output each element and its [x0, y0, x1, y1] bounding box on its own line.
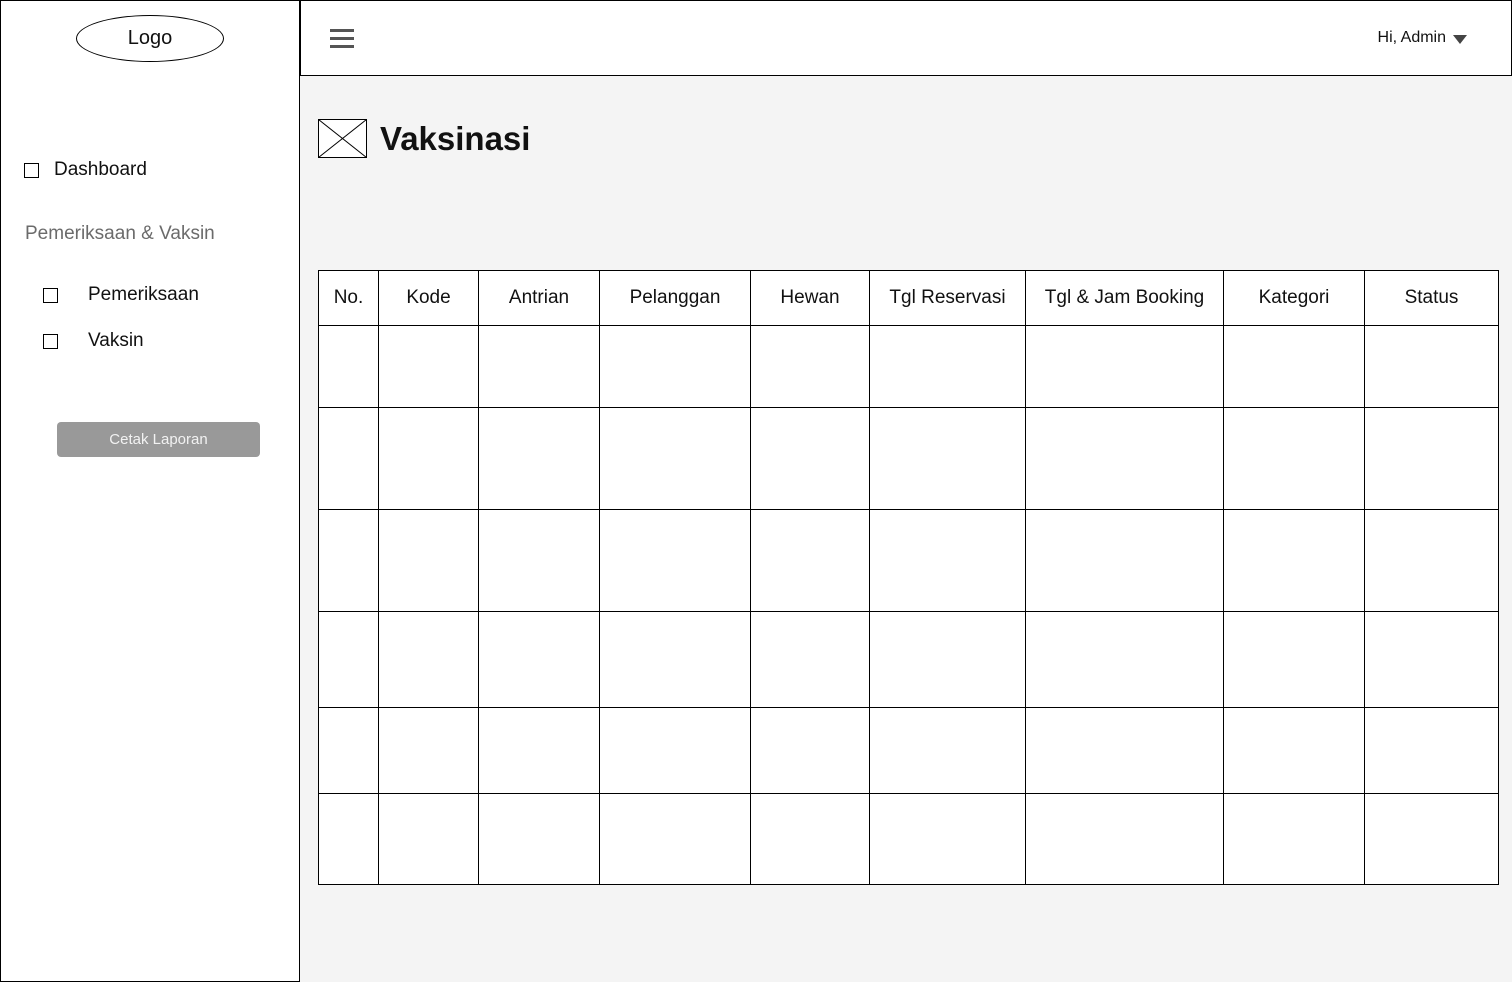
sidebar-item-label: Dashboard — [54, 159, 147, 180]
user-menu[interactable]: Hi, Admin — [1378, 29, 1467, 47]
table-cell — [599, 707, 751, 794]
table-cell — [599, 611, 751, 708]
table-cell — [869, 707, 1026, 794]
table-row[interactable] — [318, 793, 1499, 885]
table-cell — [750, 611, 870, 708]
table-cell — [378, 793, 479, 885]
table-cell — [378, 509, 479, 612]
vaccination-table: No. Kode Antrian Pelanggan Hewan Tgl Res… — [318, 270, 1499, 885]
column-header-hewan[interactable]: Hewan — [750, 270, 870, 326]
table-cell — [478, 407, 600, 510]
table-row[interactable] — [318, 325, 1499, 408]
sidebar: Logo Dashboard Pemeriksaan & Vaksin Peme… — [0, 0, 300, 982]
table-cell — [750, 509, 870, 612]
sidebar-item-dashboard[interactable]: Dashboard — [24, 159, 147, 181]
sidebar-item-vaksin[interactable]: Vaksin — [43, 330, 144, 352]
table-cell — [1025, 325, 1224, 408]
table-cell — [1223, 793, 1365, 885]
table-cell — [378, 325, 479, 408]
caret-down-icon — [1453, 34, 1467, 44]
table-header-row: No. Kode Antrian Pelanggan Hewan Tgl Res… — [318, 270, 1499, 326]
table-cell — [1223, 509, 1365, 612]
table-cell — [1223, 407, 1365, 510]
table-cell — [478, 707, 600, 794]
dashboard-icon — [24, 162, 39, 178]
print-report-button[interactable]: Cetak Laporan — [57, 422, 260, 457]
table-cell — [1364, 325, 1499, 408]
table-cell — [378, 611, 479, 708]
table-cell — [599, 407, 751, 510]
table-cell — [318, 407, 379, 510]
image-placeholder-icon — [318, 119, 367, 158]
table-row[interactable] — [318, 611, 1499, 708]
table-cell — [599, 509, 751, 612]
table-cell — [1025, 407, 1224, 510]
column-header-kategori[interactable]: Kategori — [1223, 270, 1365, 326]
table-cell — [869, 509, 1026, 612]
sidebar-item-pemeriksaan[interactable]: Pemeriksaan — [43, 284, 199, 306]
table-cell — [318, 509, 379, 612]
table-cell — [750, 407, 870, 510]
sidebar-item-label: Pemeriksaan — [88, 284, 199, 305]
table-cell — [318, 611, 379, 708]
hamburger-icon[interactable] — [330, 29, 354, 49]
table-cell — [1364, 793, 1499, 885]
top-header: Hi, Admin — [300, 0, 1512, 76]
table-row[interactable] — [318, 407, 1499, 510]
table-cell — [1364, 407, 1499, 510]
table-cell — [1223, 611, 1365, 708]
table-cell — [1223, 325, 1365, 408]
table-cell — [478, 509, 600, 612]
table-cell — [1223, 707, 1365, 794]
table-cell — [1025, 707, 1224, 794]
table-cell — [318, 325, 379, 408]
column-header-status[interactable]: Status — [1364, 270, 1499, 326]
table-cell — [478, 611, 600, 708]
user-greeting: Hi, Admin — [1377, 29, 1446, 46]
table-cell — [1025, 611, 1224, 708]
column-header-tgl-jam-booking[interactable]: Tgl & Jam Booking — [1025, 270, 1224, 326]
table-cell — [478, 325, 600, 408]
page-title: Vaksinasi — [380, 120, 531, 157]
table-cell — [869, 793, 1026, 885]
column-header-tgl-reservasi[interactable]: Tgl Reservasi — [869, 270, 1026, 326]
table-cell — [1025, 509, 1224, 612]
table-cell — [378, 407, 479, 510]
table-cell — [750, 325, 870, 408]
table-cell — [1364, 707, 1499, 794]
table-cell — [750, 707, 870, 794]
table-cell — [1364, 509, 1499, 612]
table-cell — [869, 325, 1026, 408]
table-cell — [1364, 611, 1499, 708]
sidebar-item-label: Vaksin — [88, 330, 144, 351]
vaksin-icon — [43, 333, 58, 349]
table-row[interactable] — [318, 707, 1499, 794]
column-header-kode[interactable]: Kode — [378, 270, 479, 326]
table-cell — [478, 793, 600, 885]
table-cell — [318, 793, 379, 885]
table-cell — [869, 611, 1026, 708]
sidebar-section-title: Pemeriksaan & Vaksin — [25, 223, 215, 244]
table-cell — [750, 793, 870, 885]
table-cell — [869, 407, 1026, 510]
table-cell — [599, 325, 751, 408]
table-cell — [318, 707, 379, 794]
column-header-antrian[interactable]: Antrian — [478, 270, 600, 326]
logo[interactable]: Logo — [76, 15, 224, 62]
pemeriksaan-icon — [43, 287, 58, 303]
column-header-pelanggan[interactable]: Pelanggan — [599, 270, 751, 326]
table-cell — [1025, 793, 1224, 885]
table-cell — [599, 793, 751, 885]
table-cell — [378, 707, 479, 794]
table-row[interactable] — [318, 509, 1499, 612]
column-header-no[interactable]: No. — [318, 270, 379, 326]
